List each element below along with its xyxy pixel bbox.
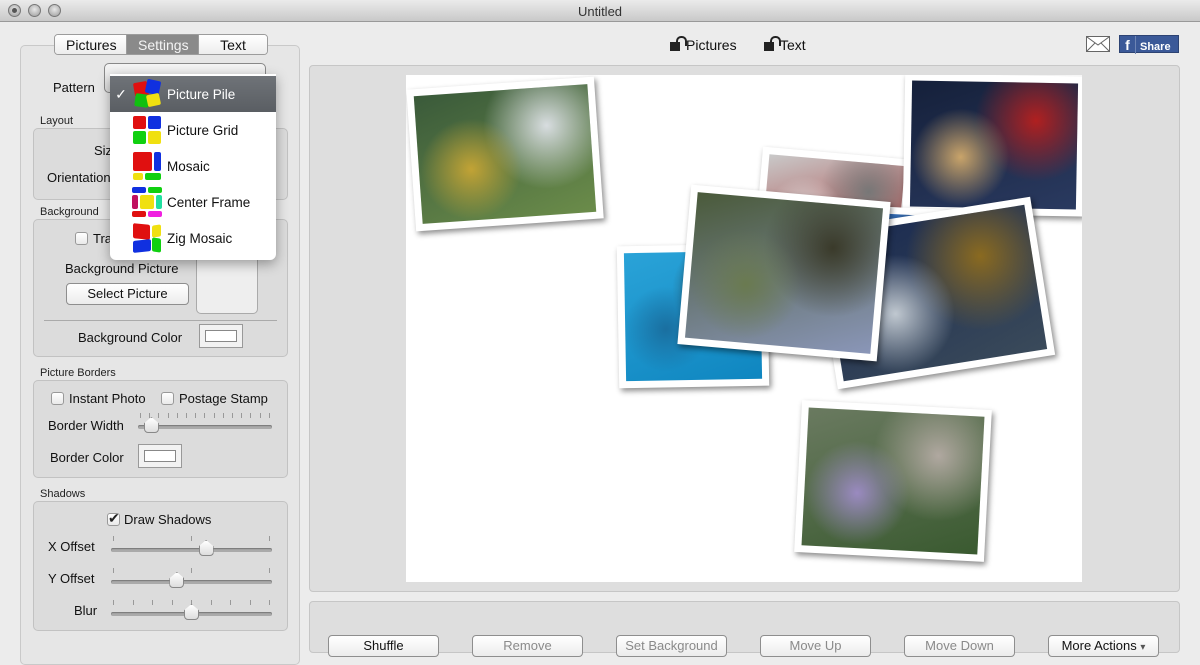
collage-canvas[interactable] <box>406 75 1082 582</box>
background-section-title: Background <box>40 206 99 218</box>
borders-section-title: Picture Borders <box>40 367 116 379</box>
background-color-label: Background Color <box>78 330 183 345</box>
divider <box>44 320 277 321</box>
photo-image <box>801 407 985 555</box>
move-up-button[interactable]: Move Up <box>760 635 871 657</box>
dropdown-arrow-icon: ▾ <box>1140 642 1146 653</box>
slider-ticks <box>140 413 270 419</box>
slider-track[interactable] <box>111 580 272 584</box>
shuffle-button[interactable]: Shuffle <box>328 635 439 657</box>
envelope-icon <box>1086 36 1110 52</box>
unlock-icon <box>670 36 687 52</box>
x-offset-slider[interactable] <box>111 536 272 556</box>
facebook-share-button[interactable]: f Share <box>1119 35 1179 54</box>
tab-pictures[interactable]: Pictures <box>55 35 127 54</box>
photo[interactable] <box>794 400 992 562</box>
postage-stamp-checkbox[interactable] <box>161 392 174 405</box>
menu-item-label: Center Frame <box>167 194 251 210</box>
more-actions-label: More Actions <box>1061 638 1137 653</box>
shadows-group: Draw Shadows X Offset Y Offset Blur <box>33 501 288 631</box>
select-picture-button[interactable]: Select Picture <box>66 283 189 305</box>
y-offset-slider[interactable] <box>111 568 272 588</box>
actions-bar: Shuffle Remove Set Background Move Up Mo… <box>309 601 1180 657</box>
border-width-slider[interactable] <box>138 413 272 433</box>
menu-item-label: Picture Pile <box>167 86 236 102</box>
slider-ticks <box>113 568 270 574</box>
unlock-icon <box>764 36 781 52</box>
mosaic-icon <box>132 151 162 181</box>
slider-knob[interactable] <box>169 572 185 588</box>
menu-item-label: Zig Mosaic <box>167 230 233 246</box>
blur-label: Blur <box>74 603 98 618</box>
slider-knob[interactable] <box>143 417 159 433</box>
pattern-label: Pattern <box>53 80 95 95</box>
center-frame-icon <box>132 187 162 217</box>
window-title: Untitled <box>577 4 623 19</box>
email-button[interactable] <box>1086 36 1110 52</box>
border-color-well[interactable] <box>138 444 182 468</box>
pattern-menu: ✓ Picture Pile Picture Grid Mosaic Cente… <box>110 74 276 260</box>
lock-pictures-label: Pictures <box>686 37 737 53</box>
menu-item-label: Picture Grid <box>167 122 239 138</box>
y-offset-label: Y Offset <box>48 571 95 586</box>
border-width-label: Border Width <box>48 418 124 433</box>
picture-pile-icon <box>132 78 162 109</box>
photo-image <box>413 84 597 224</box>
slider-track[interactable] <box>111 548 272 552</box>
menu-item-mosaic[interactable]: Mosaic <box>110 148 276 184</box>
menu-item-label: Mosaic <box>167 158 210 174</box>
set-background-button[interactable]: Set Background <box>616 635 727 657</box>
borders-group: Instant Photo Postage Stamp Border Width… <box>33 380 288 478</box>
orientation-label: Orientation <box>47 170 111 185</box>
zig-mosaic-icon <box>132 223 162 253</box>
photo-image <box>684 192 884 354</box>
blur-slider[interactable] <box>111 600 272 620</box>
slider-knob[interactable] <box>184 604 199 620</box>
lock-text-label: Text <box>780 37 806 53</box>
instant-photo-label: Instant Photo <box>69 391 146 406</box>
instant-photo-checkbox[interactable] <box>51 392 64 405</box>
picture-grid-icon <box>132 115 162 145</box>
transparent-checkbox[interactable] <box>75 232 88 245</box>
tab-settings[interactable]: Settings <box>127 35 199 54</box>
lock-pictures-toggle[interactable]: Pictures <box>670 36 737 53</box>
x-offset-label: X Offset <box>48 539 95 554</box>
photo-image <box>909 80 1079 210</box>
postage-stamp-label: Postage Stamp <box>179 391 268 406</box>
lock-text-toggle[interactable]: Text <box>764 36 806 53</box>
move-down-button[interactable]: Move Down <box>904 635 1015 657</box>
draw-shadows-checkbox[interactable] <box>107 510 120 527</box>
sidebar-tabs: Pictures Settings Text <box>54 34 268 55</box>
photo[interactable] <box>902 75 1082 217</box>
layout-section-title: Layout <box>40 115 74 127</box>
tab-text[interactable]: Text <box>199 35 267 54</box>
share-label: Share <box>1140 41 1171 53</box>
background-picture-label: Background Picture <box>65 261 179 276</box>
more-actions-button[interactable]: More Actions ▾ <box>1048 635 1159 657</box>
facebook-icon: f <box>1120 36 1136 54</box>
background-color-well[interactable] <box>199 324 243 348</box>
title-bar: Untitled <box>0 0 1200 22</box>
slider-knob[interactable] <box>198 540 214 556</box>
photo[interactable] <box>406 76 604 232</box>
remove-button[interactable]: Remove <box>472 635 583 657</box>
photo[interactable] <box>677 184 891 362</box>
menu-item-center-frame[interactable]: Center Frame <box>110 184 276 220</box>
draw-shadows-label: Draw Shadows <box>124 512 212 527</box>
menu-item-zig-mosaic[interactable]: Zig Mosaic <box>110 220 276 256</box>
slider-ticks <box>113 536 270 542</box>
shadows-section-title: Shadows <box>40 488 86 500</box>
menu-item-picture-pile[interactable]: ✓ Picture Pile <box>110 76 276 112</box>
checkmark-icon: ✓ <box>115 85 127 102</box>
menu-item-picture-grid[interactable]: Picture Grid <box>110 112 276 148</box>
border-color-label: Border Color <box>50 450 124 465</box>
